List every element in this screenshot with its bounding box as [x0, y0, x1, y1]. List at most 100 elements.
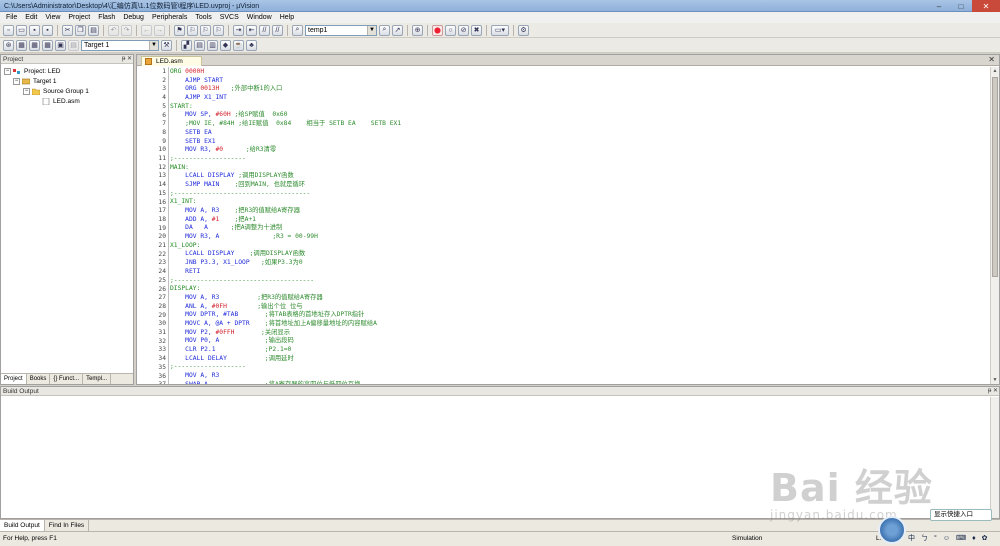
code-line[interactable]: ORG 0013H ;外部中断1的入口 [170, 85, 401, 94]
code-line[interactable]: ;MOV IE, #84H ;给IE赋值 0x84 相当于 SETB EA SE… [170, 120, 401, 129]
scroll-down-icon[interactable]: ▼ [991, 376, 999, 384]
rebuild-icon[interactable]: ▦ [29, 39, 40, 51]
code-line[interactable]: CLR P2.1 ;P2.1=0 [170, 346, 401, 355]
ime-keyboard-icon[interactable]: ⌨ [954, 533, 968, 545]
menu-svcs[interactable]: SVCS [216, 12, 243, 23]
tab-functions[interactable]: {} Funct... [50, 374, 84, 384]
tab-find-in-files[interactable]: Find In Files [45, 520, 90, 531]
code-line[interactable]: SETB EA [170, 129, 401, 138]
ime-punct-icon[interactable]: ° [932, 533, 939, 545]
scroll-thumb[interactable] [992, 77, 998, 277]
pack-installer-icon[interactable]: ◆ [220, 39, 231, 51]
uncomment-icon[interactable]: // [272, 24, 283, 36]
code-area[interactable]: 1 2 3 4 5 6 7 8 9 10 11 12 13 14 15 16 17 18 19 20 21 22 23 24 2… [137, 67, 990, 384]
collapse-toggle-icon[interactable]: − [13, 77, 20, 85]
code-line[interactable]: MOV SP, #60H ;给SP赋值 0x60 [170, 111, 401, 120]
run-time-env-icon[interactable]: ☕ [233, 39, 244, 51]
code-line[interactable]: SETB EX1 [170, 138, 401, 147]
pin-icon[interactable]: ᵽ [988, 388, 991, 394]
code-line[interactable]: X1_INT: [170, 198, 401, 207]
code-line[interactable]: LCALL DELAY ;调用延时 [170, 355, 401, 364]
nav-forward-icon[interactable]: → [154, 24, 165, 36]
code-line[interactable]: MOV A, R3 ;把R3的值赋给A寄存器 [170, 207, 401, 216]
collapse-toggle-icon[interactable]: − [4, 67, 11, 75]
code-line[interactable]: MAIN: [170, 164, 401, 173]
file-extensions-icon[interactable]: ▞ [181, 39, 192, 51]
code-line[interactable]: DA A ;把A调整为十进制 [170, 224, 401, 233]
software-packs-icon[interactable]: ♣ [246, 39, 257, 51]
code-line[interactable]: ;------------------------------------- [170, 277, 401, 286]
new-file-icon[interactable]: ▫ [3, 24, 14, 36]
unindent-icon[interactable]: ⇤ [246, 24, 257, 36]
menu-edit[interactable]: Edit [21, 12, 41, 23]
code-line[interactable]: ORG 0000H [170, 68, 401, 77]
tree-item-file[interactable]: LED.asm [4, 96, 130, 106]
shortcut-entry-button[interactable]: 显示快捷入口 [930, 509, 992, 521]
find-icon[interactable]: ↗ [392, 24, 403, 36]
menu-project[interactable]: Project [64, 12, 94, 23]
code-line[interactable]: MOV A, R3 [170, 372, 401, 381]
menu-debug[interactable]: Debug [119, 12, 148, 23]
tree-item-source-group[interactable]: − Source Group 1 [4, 86, 130, 96]
enable-breakpoint-icon[interactable]: ○ [445, 24, 456, 36]
code-line[interactable]: ANL A, #0FH ;输出个位 位与 [170, 303, 401, 312]
prev-bookmark-icon[interactable]: ⚐ [187, 24, 198, 36]
code-line[interactable]: SJMP MAIN ;回到MAIN, 也就是循环 [170, 181, 401, 190]
disable-breakpoints-icon[interactable]: ⊘ [458, 24, 469, 36]
cut-icon[interactable]: ✂ [62, 24, 73, 36]
search-combo[interactable]: temp1 ▼ [305, 24, 377, 36]
scroll-up-icon[interactable]: ▲ [991, 67, 999, 75]
ime-phonetic-icon[interactable]: ㄅ [919, 533, 930, 545]
menu-view[interactable]: View [41, 12, 64, 23]
translate-icon[interactable]: ⊛ [3, 39, 14, 51]
maximize-button[interactable]: □ [950, 0, 972, 12]
ime-emoji-icon[interactable]: ☺ [941, 533, 952, 545]
target-combo[interactable]: Target 1 ▼ [81, 39, 159, 51]
kill-breakpoints-icon[interactable]: ✖ [471, 24, 482, 36]
chevron-down-icon[interactable]: ▼ [367, 25, 376, 35]
paste-icon[interactable]: ▤ [88, 24, 99, 36]
code-line[interactable]: ;------------------- [170, 363, 401, 372]
redo-icon[interactable]: ↷ [121, 24, 132, 36]
batch-build-icon[interactable]: ▦ [42, 39, 53, 51]
menu-file[interactable]: File [2, 12, 21, 23]
bookmark-icon[interactable]: ⚑ [174, 24, 185, 36]
comment-icon[interactable]: // [259, 24, 270, 36]
save-icon[interactable]: ▪ [29, 24, 40, 36]
debug-session-icon[interactable]: ⊕ [412, 24, 423, 36]
copy-icon[interactable]: ❐ [75, 24, 86, 36]
code-line[interactable]: JNB P3.3, X1_LOOP ;如果P3.3为0 [170, 259, 401, 268]
chevron-down-icon[interactable]: ▼ [149, 40, 158, 50]
window-layout-icon[interactable]: ▭▾ [491, 24, 509, 36]
ime-chinese-icon[interactable]: 中 [906, 533, 917, 545]
close-icon[interactable]: ✕ [993, 388, 998, 394]
code-line[interactable]: MOV DPTR, #TAB ;将TAB表格的首地址存入DPTR指针 [170, 311, 401, 320]
build-output-scrollbar[interactable] [990, 397, 999, 518]
code-line[interactable]: MOV P0, A ;输出段码 [170, 337, 401, 346]
tab-templates[interactable]: Templ... [83, 374, 112, 384]
code-line[interactable]: DISPLAY: [170, 285, 401, 294]
close-icon[interactable]: ✕ [127, 56, 132, 62]
clear-bookmarks-icon[interactable]: ⚐ [213, 24, 224, 36]
menu-help[interactable]: Help [276, 12, 298, 23]
tree-item-project[interactable]: − Project: LED [4, 66, 130, 76]
code-line[interactable]: LCALL DISPLAY ;调用DISPLAY函数 [170, 250, 401, 259]
find-in-files-icon[interactable]: ⌕ [292, 24, 303, 36]
target-options-icon[interactable]: ⚒ [161, 39, 172, 51]
tab-books[interactable]: Books [27, 374, 51, 384]
stop-build-icon[interactable]: ▣ [55, 39, 66, 51]
tree-item-target[interactable]: − Target 1 [4, 76, 130, 86]
code-line[interactable]: ;------------------------------------ [170, 190, 401, 199]
code-line[interactable]: SWAP A ;将A寄存器的高四位与低四位互换 [170, 381, 401, 384]
insert-breakpoint-icon[interactable] [432, 24, 443, 36]
menu-peripherals[interactable]: Peripherals [148, 12, 191, 23]
code-text[interactable]: ORG 0000H AJMP START ORG 0013H ;外部中断1的入口… [170, 68, 401, 384]
tab-project[interactable]: Project [1, 374, 27, 384]
ime-skin-icon[interactable]: ♦ [970, 533, 978, 545]
manage-components-icon[interactable]: ▤ [194, 39, 205, 51]
code-line[interactable]: RETI [170, 268, 401, 277]
incremental-find-icon[interactable]: ⌕ [379, 24, 390, 36]
code-line[interactable]: MOV R3, A ;R3 = 00-99H [170, 233, 401, 242]
menu-tools[interactable]: Tools [191, 12, 215, 23]
code-line[interactable]: MOV A, R3 ;把R3的值赋给A寄存器 [170, 294, 401, 303]
